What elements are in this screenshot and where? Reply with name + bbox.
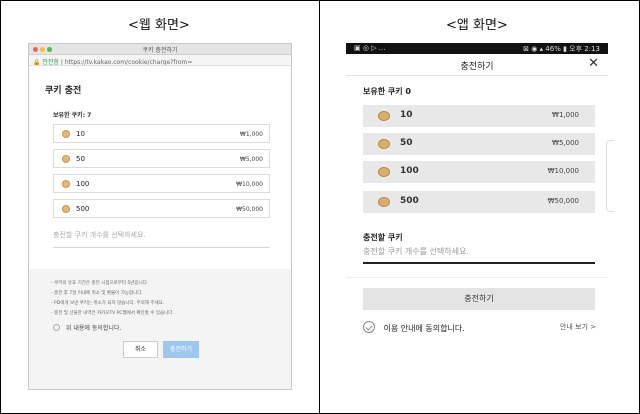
page-title: 쿠키 충전 xyxy=(45,86,82,96)
window-title: 쿠키 충전하기 xyxy=(142,47,178,54)
address-bar[interactable]: 🔒 안전함 | https://tv.kakao.com/cookie/char… xyxy=(29,55,291,66)
option-price: ₩1,000 xyxy=(239,131,263,138)
agree-label: 이용 안내에 동의합니다. xyxy=(383,324,465,333)
cookie-icon xyxy=(62,205,70,213)
browser-titlebar: 쿠키 충전하기 xyxy=(29,44,291,55)
lock-icon: 🔒 xyxy=(33,59,41,66)
option-price: ₩5,000 xyxy=(552,139,579,147)
option-price: ₩5,000 xyxy=(239,156,263,163)
notice-item: - 쿠키의 유효 기간은 충전 시점으로부터 5년입니다. xyxy=(51,281,149,286)
app-title: 충전하기 xyxy=(460,62,494,72)
web-caption: <웹 화면> xyxy=(128,18,190,33)
cookie-count-input[interactable]: 충전할 쿠키 개수를 선택하세요. xyxy=(53,230,270,248)
notice-list: - 쿠키의 유효 기간은 충전 시점으로부터 5년입니다. - 충전 후 7일 … xyxy=(51,279,174,319)
app-caption: <앱 화면> xyxy=(446,18,508,33)
charge-button[interactable]: 충전하기 xyxy=(163,341,199,358)
cookie-option-100[interactable]: 100 ₩10,000 xyxy=(53,174,270,193)
option-amount: 10 xyxy=(400,110,413,120)
url-text: https://tv.kakao.com/cookie/charge?from= xyxy=(64,59,193,66)
option-amount: 500 xyxy=(76,205,90,213)
close-icon[interactable]: ✕ xyxy=(588,56,599,71)
web-screen: 쿠키 충전하기 🔒 안전함 | https://tv.kakao.com/coo… xyxy=(28,43,292,390)
app-screen: ▣ ◎ ▷ ... ⊠ ◉ ▴ 46% ▮ 오후 2:13 충전하기 ✕ 보유한… xyxy=(346,43,608,390)
option-amount: 100 xyxy=(400,166,419,176)
cookie-option-500[interactable]: 500 ₩50,000 xyxy=(53,199,270,218)
cookie-icon xyxy=(378,167,390,177)
option-price: ₩1,000 xyxy=(552,111,579,119)
cookie-option-50[interactable]: 50 ₩5,000 xyxy=(363,133,595,155)
status-left: ▣ ◎ ▷ ... xyxy=(354,44,386,52)
section-divider xyxy=(346,277,608,278)
owned-cookies: 보유한 쿠키 0 xyxy=(363,87,411,96)
input-label: 충전할 쿠키 xyxy=(363,233,403,242)
option-price: ₩50,000 xyxy=(547,197,579,205)
check-icon xyxy=(363,321,375,333)
option-amount: 50 xyxy=(76,155,85,163)
guide-link[interactable]: 안내 보기 > xyxy=(560,322,596,332)
notice-item: - 충전 후 7일 이내에 취소 및 환불이 가능합니다. xyxy=(51,291,143,296)
cookie-count-input[interactable]: 충전할 쿠키 개수를 선택하세요. xyxy=(363,246,595,264)
cancel-button[interactable]: 취소 xyxy=(123,341,158,358)
cookie-icon xyxy=(62,130,70,138)
cookie-icon xyxy=(378,111,390,121)
notice-panel: - 쿠키의 유효 기간은 충전 시점으로부터 5년입니다. - 충전 후 7일 … xyxy=(29,269,291,389)
secure-label: 안전함 xyxy=(42,59,59,66)
cookie-option-10[interactable]: 10 ₩1,000 xyxy=(53,124,270,143)
cookie-option-100[interactable]: 100 ₩10,000 xyxy=(363,161,595,183)
app-header: 충전하기 ✕ xyxy=(346,54,608,76)
option-amount: 100 xyxy=(76,180,90,188)
notice-item: - 충전 및 선물한 내역은 카카오TV PC웹에서 확인할 수 있습니다. xyxy=(51,311,174,316)
cookie-option-500[interactable]: 500 ₩50,000 xyxy=(363,191,595,213)
option-amount: 10 xyxy=(76,130,85,138)
option-price: ₩10,000 xyxy=(547,167,579,175)
option-price: ₩10,000 xyxy=(236,181,263,188)
charge-button[interactable]: 충전하기 xyxy=(363,288,595,310)
cookie-icon xyxy=(62,155,70,163)
option-amount: 50 xyxy=(400,138,413,148)
owned-cookies: 보유한 쿠키: 7 xyxy=(53,112,92,119)
option-amount: 500 xyxy=(400,196,419,206)
cookie-option-10[interactable]: 10 ₩1,000 xyxy=(363,105,595,127)
check-icon xyxy=(53,324,60,331)
agree-label: 위 내용에 동의합니다. xyxy=(65,325,122,332)
cookie-icon xyxy=(62,180,70,188)
cookie-option-50[interactable]: 50 ₩5,000 xyxy=(53,149,270,168)
cookie-icon xyxy=(378,197,390,207)
center-divider xyxy=(319,0,320,414)
agree-checkbox[interactable]: 이용 안내에 동의합니다. xyxy=(363,321,465,334)
status-right: ⊠ ◉ ▴ 46% ▮ 오후 2:13 xyxy=(523,45,600,53)
notice-item: - PD에게 보낸 쿠키는 취소가 되지 않습니다. 주의해 주세요. xyxy=(51,301,165,306)
status-bar: ▣ ◎ ▷ ... ⊠ ◉ ▴ 46% ▮ 오후 2:13 xyxy=(346,43,608,54)
option-price: ₩50,000 xyxy=(236,206,263,213)
cookie-icon xyxy=(378,139,390,149)
agree-checkbox[interactable]: 위 내용에 동의합니다. xyxy=(53,323,121,332)
side-scroll-handle[interactable] xyxy=(606,140,614,212)
